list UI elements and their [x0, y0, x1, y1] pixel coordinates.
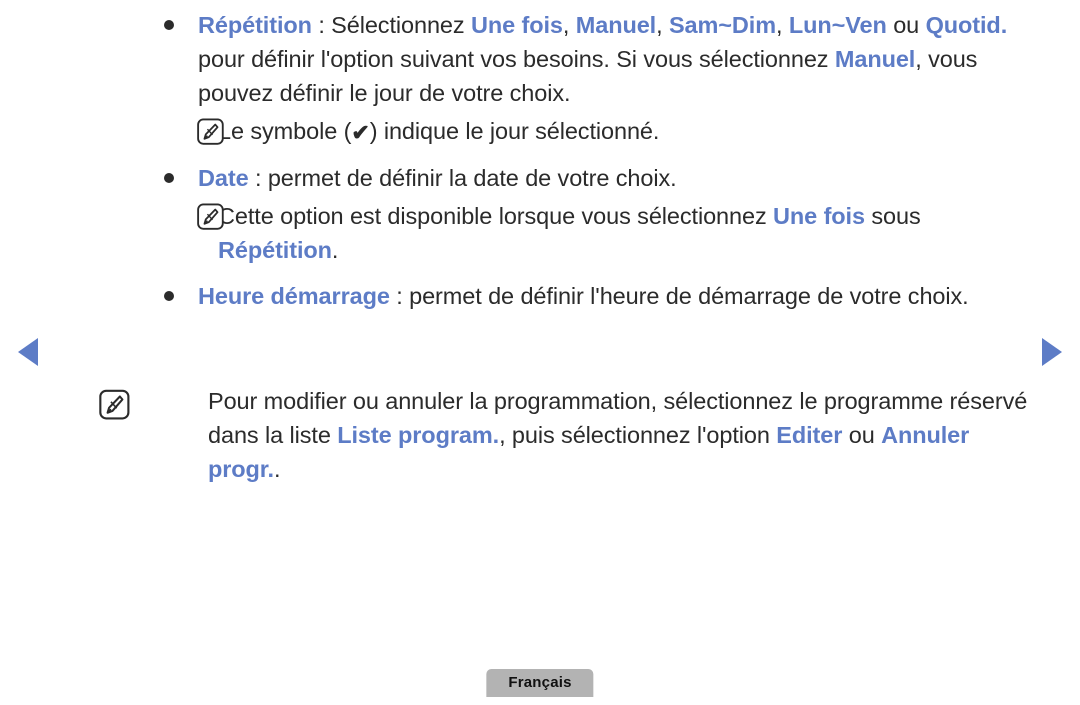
bullet-item-start-time: Heure démarrage : permet de définir l'he… [150, 279, 1030, 313]
bullet-dot-icon [164, 291, 174, 301]
note-check-suffix: ) indique le jour sélectionné. [369, 118, 660, 144]
keyword-text: Liste program. [337, 422, 500, 448]
body-text: , puis sélectionnez l'option [499, 422, 777, 448]
bullet-item-repetition: Répétition : Sélectionnez Une fois, Manu… [150, 8, 1030, 110]
manual-body: Répétition : Sélectionnez Une fois, Manu… [150, 8, 1030, 315]
body-text: , [656, 12, 669, 38]
note-check-prefix: Le symbole ( [218, 118, 352, 144]
body-text: : permet de définir l'heure de démarrage… [389, 283, 969, 309]
body-text: . [331, 237, 339, 263]
manual-page: Répétition : Sélectionnez Une fois, Manu… [0, 0, 1080, 705]
keyword-text: Répétition [218, 237, 332, 263]
body-text: : Sélectionnez [311, 12, 471, 38]
body-text: ou [886, 12, 926, 38]
body-text: , [562, 12, 576, 38]
keyword-text: Quotid. [925, 12, 1008, 38]
body-text: Cette option est disponible lorsque vous… [218, 203, 774, 229]
note-item-date-availability: Cette option est disponible lorsque vous… [150, 199, 1030, 267]
body-text: , [776, 12, 789, 38]
keyword-text: Sam~Dim [668, 12, 777, 38]
keyword-text: Date [198, 165, 249, 191]
bullet-item-date: Date : permet de définir la date de votr… [150, 161, 1030, 195]
keyword-text: Répétition [198, 12, 312, 38]
note-text-check-symbol: Le symbole (✔) indique le jour sélection… [218, 114, 1030, 149]
body-text: . [274, 456, 281, 482]
keyword-text: Manuel [575, 12, 657, 38]
bullet-dot-icon [164, 173, 174, 183]
note-text-date-availability: Cette option est disponible lorsque vous… [218, 199, 1030, 267]
bullet-text-start-time: Heure démarrage : permet de définir l'he… [198, 279, 1030, 313]
body-text: : permet de définir la date de votre cho… [248, 165, 677, 191]
next-page-arrow-icon[interactable] [1042, 338, 1062, 366]
note-pen-icon [98, 389, 132, 421]
note-pen-icon [196, 118, 226, 146]
note-item-check-symbol: Le symbole (✔) indique le jour sélection… [150, 114, 1030, 149]
keyword-text: Heure démarrage [198, 283, 390, 309]
body-text: pour définir l'option suivant vos besoin… [198, 46, 835, 72]
keyword-text: Une fois [470, 12, 563, 38]
keyword-text: Une fois [773, 203, 865, 229]
outer-note-block: Pour modifier ou annuler la programmatio… [99, 374, 1030, 486]
note-text-edit-cancel: Pour modifier ou annuler la programmatio… [208, 384, 1030, 486]
bullet-dot-icon [164, 20, 174, 30]
keyword-text: Lun~Ven [788, 12, 887, 38]
bullet-text-date: Date : permet de définir la date de votr… [198, 161, 1030, 195]
note-pen-icon [196, 203, 226, 231]
keyword-text: Manuel [834, 46, 916, 72]
language-badge: Français [486, 669, 594, 697]
body-text: ou [842, 422, 882, 448]
keyword-text: Editer [776, 422, 843, 448]
check-icon: ✔ [351, 120, 370, 145]
body-text: sous [864, 203, 921, 229]
bullet-text-repetition: Répétition : Sélectionnez Une fois, Manu… [198, 8, 1030, 110]
note-item-edit-cancel: Pour modifier ou annuler la programmatio… [99, 384, 1030, 486]
previous-page-arrow-icon[interactable] [18, 338, 38, 366]
